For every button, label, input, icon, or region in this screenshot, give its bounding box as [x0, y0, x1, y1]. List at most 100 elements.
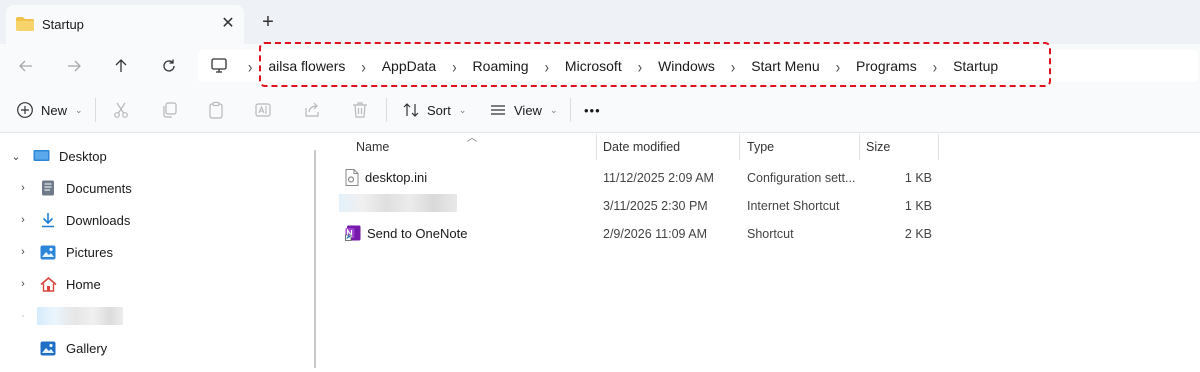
column-divider[interactable]	[739, 134, 740, 160]
file-name-cell: desktop.ini	[345, 169, 427, 186]
file-size: 1 KB	[904, 171, 932, 185]
view-button[interactable]: View ⌄	[489, 98, 558, 122]
new-label: New	[41, 102, 68, 118]
sidebar-item-gallery[interactable]: Gallery	[29, 335, 107, 361]
more-options-button[interactable]: •••	[584, 98, 601, 122]
folder-icon	[16, 17, 34, 31]
rename-button[interactable]	[254, 98, 272, 122]
pane-splitter[interactable]	[314, 150, 316, 368]
file-type: Configuration sett...	[747, 171, 856, 185]
sort-label: Sort	[427, 102, 451, 118]
sidebar-item-label: Home	[66, 276, 101, 292]
breadcrumb-separator-icon[interactable]: ›	[440, 56, 468, 76]
plus-circle-icon	[17, 102, 33, 118]
column-divider[interactable]	[596, 134, 597, 160]
forward-button[interactable]	[62, 54, 86, 78]
divider	[386, 98, 387, 122]
redacted-name	[37, 307, 123, 325]
documents-icon	[39, 180, 57, 196]
sidebar-item-desktop[interactable]: ⌄ Desktop	[10, 143, 106, 169]
share-button[interactable]	[303, 98, 321, 122]
breadcrumb-separator-icon[interactable]: ›	[236, 56, 264, 76]
delete-button[interactable]	[351, 98, 369, 122]
home-icon	[39, 276, 57, 292]
column-header-size[interactable]: Size	[866, 135, 890, 159]
cut-button[interactable]	[112, 98, 130, 122]
file-row[interactable]: 3/11/2025 2:30 PM Internet Shortcut 1 KB	[335, 192, 945, 220]
view-label: View	[514, 102, 542, 118]
sidebar-item-label: Downloads	[66, 212, 131, 228]
breadcrumb-separator-icon[interactable]: ›	[921, 56, 949, 76]
column-header-name[interactable]: Name	[356, 135, 389, 159]
breadcrumb-startup[interactable]: Startup	[949, 58, 1002, 74]
up-button[interactable]	[109, 54, 133, 78]
column-divider[interactable]	[859, 134, 860, 160]
address-bar[interactable]: › ailsa flowers › AppData › Roaming › Mi…	[198, 50, 1198, 82]
new-tab-button[interactable]: +	[258, 12, 278, 32]
sort-button[interactable]: Sort ⌄	[402, 98, 466, 122]
view-lines-icon	[491, 105, 505, 115]
breadcrumb-programs[interactable]: Programs	[852, 58, 921, 74]
chevron-down-icon: ⌄	[75, 104, 83, 115]
sidebar-item-documents[interactable]: › Documents	[17, 175, 132, 201]
refresh-icon	[163, 59, 175, 72]
tab-startup[interactable]: Startup ✕	[6, 5, 244, 44]
breadcrumb-appdata[interactable]: AppData	[378, 58, 440, 74]
back-button[interactable]	[14, 54, 38, 78]
close-tab-icon[interactable]: ✕	[218, 13, 238, 33]
file-date: 11/12/2025 2:09 AM	[603, 171, 714, 185]
refresh-button[interactable]	[157, 54, 181, 78]
column-header-date[interactable]: Date modified	[603, 135, 680, 159]
this-pc-icon	[211, 58, 227, 73]
address-row: › ailsa flowers › AppData › Roaming › Mi…	[0, 44, 1200, 88]
scissors-icon	[114, 102, 128, 118]
chevron-right-icon[interactable]: ·	[17, 310, 29, 322]
desktop-icon	[32, 148, 50, 164]
breadcrumb-separator-icon[interactable]: ›	[533, 56, 561, 76]
breadcrumb-ailsa-flowers[interactable]: ailsa flowers	[264, 58, 349, 74]
breadcrumb-separator-icon[interactable]: ›	[719, 56, 747, 76]
chevron-right-icon[interactable]: ›	[17, 278, 29, 290]
file-row[interactable]: desktop.ini 11/12/2025 2:09 AM Configura…	[335, 164, 945, 192]
sort-ascending-icon: ︿	[467, 133, 477, 144]
breadcrumb: › ailsa flowers › AppData › Roaming › Mi…	[236, 50, 1002, 82]
breadcrumb-separator-icon[interactable]: ›	[349, 56, 377, 76]
new-button[interactable]: New ⌄	[16, 98, 83, 122]
paste-button[interactable]	[207, 98, 225, 122]
chevron-down-icon[interactable]: ⌄	[10, 150, 22, 163]
breadcrumb-roaming[interactable]: Roaming	[469, 58, 533, 74]
tab-strip: Startup ✕ +	[0, 0, 1200, 44]
sidebar-item-redacted[interactable]: ·	[17, 303, 29, 329]
file-size: 1 KB	[904, 199, 932, 213]
sort-icon	[403, 103, 419, 117]
sidebar-item-pictures[interactable]: › Pictures	[17, 239, 113, 265]
share-icon	[305, 102, 319, 117]
copy-icon	[163, 102, 177, 118]
chevron-right-icon[interactable]: ›	[17, 182, 29, 194]
column-header-type[interactable]: Type	[747, 135, 774, 159]
divider	[570, 98, 571, 122]
breadcrumb-separator-icon[interactable]: ›	[824, 56, 852, 76]
breadcrumb-windows[interactable]: Windows	[654, 58, 719, 74]
breadcrumb-separator-icon[interactable]: ›	[626, 56, 654, 76]
chevron-right-icon[interactable]: ›	[17, 214, 29, 226]
breadcrumb-start-menu[interactable]: Start Menu	[747, 58, 823, 74]
file-row[interactable]: Send to OneNote 2/9/2026 11:09 AM Shortc…	[335, 220, 945, 248]
file-name-cell: Send to OneNote	[345, 225, 467, 241]
sidebar-item-downloads[interactable]: › Downloads	[17, 207, 130, 233]
divider	[95, 98, 96, 122]
column-divider[interactable]	[938, 134, 939, 160]
chevron-right-icon[interactable]: ›	[17, 246, 29, 258]
copy-button[interactable]	[160, 98, 178, 122]
file-name: Send to OneNote	[367, 225, 468, 241]
breadcrumb-microsoft[interactable]: Microsoft	[561, 58, 626, 74]
back-arrow-icon	[19, 60, 32, 72]
file-type: Shortcut	[747, 227, 794, 241]
onenote-shortcut-icon	[345, 225, 361, 241]
rename-icon	[255, 103, 271, 117]
file-size: 2 KB	[904, 227, 932, 241]
file-name: desktop.ini	[365, 170, 428, 185]
up-arrow-icon	[115, 59, 127, 72]
sidebar-item-home[interactable]: › Home	[17, 271, 101, 297]
chevron-down-icon: ⌄	[458, 104, 467, 115]
